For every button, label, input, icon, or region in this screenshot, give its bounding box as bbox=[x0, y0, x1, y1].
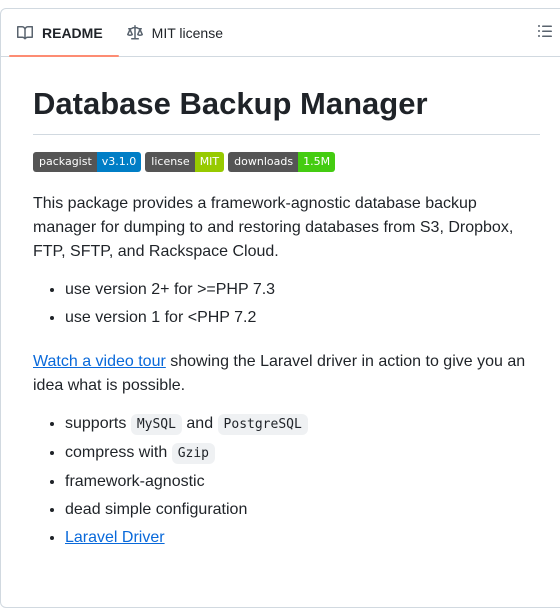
tab-readme-label: README bbox=[42, 24, 103, 41]
list-item: Laravel Driver bbox=[65, 526, 539, 550]
list-item: use version 2+ for >=PHP 7.3 bbox=[65, 278, 539, 302]
readme-panel: README MIT license Database Backup Manag… bbox=[0, 8, 560, 608]
readme-content: Database Backup Manager packagist v3.1.0… bbox=[1, 85, 560, 550]
page-title: Database Backup Manager bbox=[33, 85, 540, 135]
mysql-code: MySQL bbox=[130, 413, 182, 435]
feature-list: supports MySQL and PostgreSQL compress w… bbox=[33, 412, 539, 550]
intro-paragraph: This package provides a framework-agnost… bbox=[33, 194, 514, 260]
license-badge[interactable]: license MIT bbox=[145, 151, 225, 172]
downloads-badge[interactable]: downloads 1.5M bbox=[228, 151, 336, 172]
laravel-driver-link[interactable]: Laravel Driver bbox=[65, 529, 165, 546]
video-tour-link[interactable]: Watch a video tour bbox=[33, 353, 166, 370]
supports-text: supports bbox=[65, 414, 131, 432]
video-paragraph: Watch a video tour showing the Laravel d… bbox=[33, 350, 533, 398]
badge-label: packagist bbox=[33, 151, 97, 172]
and-text: and bbox=[181, 414, 218, 432]
packagist-badge[interactable]: packagist v3.1.0 bbox=[33, 151, 142, 172]
badge-value: v3.1.0 bbox=[96, 151, 142, 172]
list-unordered-icon bbox=[537, 23, 553, 44]
badge-value: 1.5M bbox=[298, 151, 336, 172]
badge-row: packagist v3.1.0 license MIT downloads 1… bbox=[33, 151, 539, 172]
tab-license-label: MIT license bbox=[151, 24, 223, 41]
badge-value: MIT bbox=[194, 151, 225, 172]
gzip-code: Gzip bbox=[171, 442, 216, 464]
list-item: framework-agnostic bbox=[65, 470, 539, 494]
tab-readme[interactable]: README bbox=[1, 9, 119, 57]
list-item: dead simple configuration bbox=[65, 498, 539, 522]
badge-label: license bbox=[145, 151, 195, 172]
list-item: supports MySQL and PostgreSQL bbox=[65, 412, 539, 437]
tab-license[interactable]: MIT license bbox=[119, 9, 239, 56]
postgresql-code: PostgreSQL bbox=[217, 413, 308, 435]
version-list: use version 2+ for >=PHP 7.3 use version… bbox=[33, 278, 539, 330]
compress-text: compress with bbox=[65, 443, 172, 461]
list-item: use version 1 for <PHP 7.2 bbox=[65, 306, 539, 330]
list-item: compress with Gzip bbox=[65, 441, 539, 466]
outline-button[interactable] bbox=[537, 23, 553, 44]
law-scale-icon bbox=[126, 24, 143, 41]
tab-bar: README MIT license bbox=[1, 9, 560, 57]
badge-label: downloads bbox=[228, 151, 299, 172]
book-icon bbox=[17, 25, 33, 41]
